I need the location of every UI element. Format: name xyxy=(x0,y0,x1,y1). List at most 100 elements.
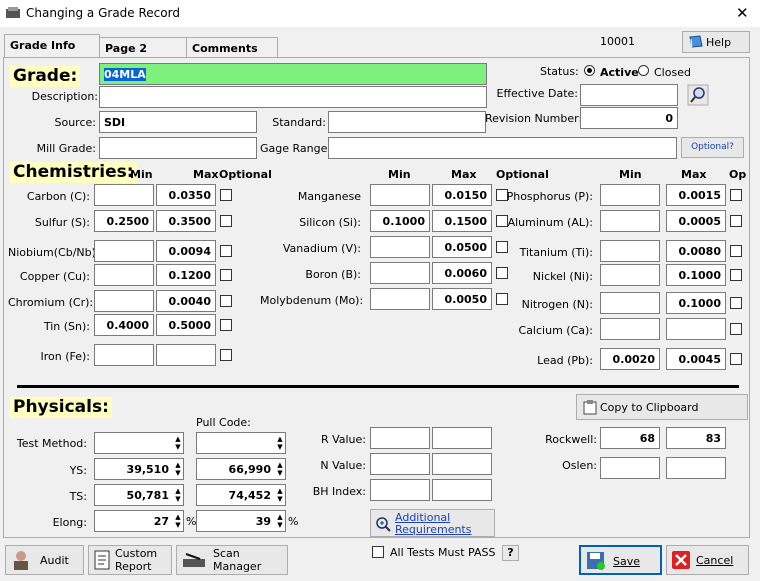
col1-niobium-cb-nb-min-input[interactable] xyxy=(94,240,154,262)
spinner-arrows-icon[interactable]: ▲ ▼ xyxy=(276,513,284,529)
col1-chromium-cr-max-input[interactable]: 0.0040 xyxy=(156,290,216,312)
col3-lead-pb-optional-checkbox[interactable] xyxy=(730,353,742,365)
description-input[interactable] xyxy=(99,86,487,108)
col1-copper-cu-min-input[interactable] xyxy=(94,264,154,286)
effective-date-input[interactable] xyxy=(580,84,678,106)
mill-grade-input[interactable] xyxy=(99,137,257,159)
revision-input[interactable]: 0 xyxy=(580,107,678,129)
spinner-arrows-icon[interactable]: ▲ ▼ xyxy=(174,513,182,529)
col1-carbon-c-max-input[interactable]: 0.0350 xyxy=(156,184,216,206)
col2-molybdenum-mo-min-input[interactable] xyxy=(370,288,430,310)
col3-nickel-ni-min-input[interactable] xyxy=(600,264,660,286)
col1-tin-sn-min-input[interactable]: 0.4000 xyxy=(94,314,154,336)
spinner-arrows-icon[interactable]: ▲ ▼ xyxy=(174,435,182,451)
col3-calcium-ca-min-input[interactable] xyxy=(600,318,660,340)
source-input[interactable]: SDI xyxy=(99,111,257,133)
status-active-radio[interactable] xyxy=(584,65,595,76)
oslen-min-input[interactable] xyxy=(600,457,660,479)
status-closed-radio[interactable] xyxy=(638,65,649,76)
col1-tin-sn-max-input[interactable]: 0.5000 xyxy=(156,314,216,336)
r-value-max-input[interactable] xyxy=(432,427,492,449)
test-method-input[interactable] xyxy=(94,432,184,454)
col2-manganese-max-input[interactable]: 0.0150 xyxy=(432,184,492,206)
col2-manganese-min-input[interactable] xyxy=(370,184,430,206)
col1-iron-fe-optional-checkbox[interactable] xyxy=(220,349,232,361)
oslen-max-input[interactable] xyxy=(666,457,726,479)
elong-min-input[interactable]: 27 xyxy=(94,510,184,532)
spinner-arrows-icon[interactable]: ▲ ▼ xyxy=(276,461,284,477)
col2-boron-b-max-input[interactable]: 0.0060 xyxy=(432,262,492,284)
col3-nitrogen-n-optional-checkbox[interactable] xyxy=(730,297,742,309)
grade-input[interactable]: 04MLA xyxy=(99,63,487,85)
col2-molybdenum-mo-max-input[interactable]: 0.0050 xyxy=(432,288,492,310)
bh-index-min-input[interactable] xyxy=(370,479,430,501)
custom-report-button[interactable]: Custom Report xyxy=(88,545,172,575)
col3-nitrogen-n-min-input[interactable] xyxy=(600,292,660,314)
col3-phosphorus-p-min-input[interactable] xyxy=(600,184,660,206)
col1-carbon-c-min-input[interactable] xyxy=(94,184,154,206)
tab-comments[interactable]: Comments xyxy=(186,37,278,58)
magnifier-icon[interactable] xyxy=(687,84,709,106)
col1-copper-cu-max-input[interactable]: 0.1200 xyxy=(156,264,216,286)
col3-titanium-ti-optional-checkbox[interactable] xyxy=(730,245,742,257)
col1-sulfur-s-optional-checkbox[interactable] xyxy=(220,215,232,227)
scan-manager-button[interactable]: Scan Manager xyxy=(176,545,288,575)
col3-lead-pb-min-input[interactable]: 0.0020 xyxy=(600,348,660,370)
save-button[interactable]: Save xyxy=(579,545,662,575)
ts-max-input[interactable]: 74,452 xyxy=(196,484,286,506)
col3-lead-pb-max-input[interactable]: 0.0045 xyxy=(666,348,726,370)
copy-to-clipboard-button[interactable]: Copy to Clipboard xyxy=(576,394,748,420)
spinner-arrows-icon[interactable]: ▲ ▼ xyxy=(276,435,284,451)
col1-tin-sn-optional-checkbox[interactable] xyxy=(220,319,232,331)
ts-min-input[interactable]: 50,781 xyxy=(94,484,184,506)
spinner-arrows-icon[interactable]: ▲ ▼ xyxy=(174,487,182,503)
col1-sulfur-s-max-input[interactable]: 0.3500 xyxy=(156,210,216,232)
gage-range-input[interactable] xyxy=(328,137,677,159)
n-value-max-input[interactable] xyxy=(432,453,492,475)
optional-button[interactable]: Optional? xyxy=(681,137,744,158)
help-button[interactable]: Help xyxy=(682,31,750,53)
col3-aluminum-al-min-input[interactable] xyxy=(600,210,660,232)
col3-nickel-ni-max-input[interactable]: 0.1000 xyxy=(666,264,726,286)
col1-chromium-cr-optional-checkbox[interactable] xyxy=(220,295,232,307)
col1-niobium-cb-nb-optional-checkbox[interactable] xyxy=(220,245,232,257)
additional-requirements-button[interactable]: Additional Requirements xyxy=(370,509,495,537)
ys-max-input[interactable]: 66,990 xyxy=(196,458,286,480)
col3-phosphorus-p-max-input[interactable]: 0.0015 xyxy=(666,184,726,206)
rockwell-min-input[interactable]: 68 xyxy=(600,427,660,449)
spinner-arrows-icon[interactable]: ▲ ▼ xyxy=(276,487,284,503)
bh-index-max-input[interactable] xyxy=(432,479,492,501)
col2-vanadium-v-max-input[interactable]: 0.0500 xyxy=(432,236,492,258)
tab-page-2[interactable]: Page 2 xyxy=(99,37,187,58)
col1-chromium-cr-min-input[interactable] xyxy=(94,290,154,312)
col2-silicon-si-max-input[interactable]: 0.1500 xyxy=(432,210,492,232)
col3-calcium-ca-optional-checkbox[interactable] xyxy=(730,323,742,335)
standard-input[interactable] xyxy=(328,111,486,133)
col1-iron-fe-min-input[interactable] xyxy=(94,344,154,366)
col1-sulfur-s-min-input[interactable]: 0.2500 xyxy=(94,210,154,232)
ys-min-input[interactable]: 39,510 xyxy=(94,458,184,480)
col3-titanium-ti-min-input[interactable] xyxy=(600,240,660,262)
col3-titanium-ti-max-input[interactable]: 0.0080 xyxy=(666,240,726,262)
col3-nickel-ni-optional-checkbox[interactable] xyxy=(730,269,742,281)
col1-iron-fe-max-input[interactable] xyxy=(156,344,216,366)
col3-phosphorus-p-optional-checkbox[interactable] xyxy=(730,189,742,201)
r-value-min-input[interactable] xyxy=(370,427,430,449)
close-icon[interactable]: ✕ xyxy=(736,4,749,22)
spinner-arrows-icon[interactable]: ▲ ▼ xyxy=(174,461,182,477)
col2-silicon-si-min-input[interactable]: 0.1000 xyxy=(370,210,430,232)
rockwell-max-input[interactable]: 83 xyxy=(666,427,726,449)
col1-copper-cu-optional-checkbox[interactable] xyxy=(220,269,232,281)
tab-grade-info[interactable]: Grade Info xyxy=(4,34,100,59)
col3-aluminum-al-max-input[interactable]: 0.0005 xyxy=(666,210,726,232)
help-question-button[interactable]: ? xyxy=(502,545,519,561)
col1-niobium-cb-nb-max-input[interactable]: 0.0094 xyxy=(156,240,216,262)
col1-carbon-c-optional-checkbox[interactable] xyxy=(220,189,232,201)
col3-calcium-ca-max-input[interactable] xyxy=(666,318,726,340)
col3-nitrogen-n-max-input[interactable]: 0.1000 xyxy=(666,292,726,314)
col2-boron-b-min-input[interactable] xyxy=(370,262,430,284)
elong-max-input[interactable]: 39 xyxy=(196,510,286,532)
col3-aluminum-al-optional-checkbox[interactable] xyxy=(730,215,742,227)
audit-button[interactable]: Audit xyxy=(5,545,84,575)
n-value-min-input[interactable] xyxy=(370,453,430,475)
